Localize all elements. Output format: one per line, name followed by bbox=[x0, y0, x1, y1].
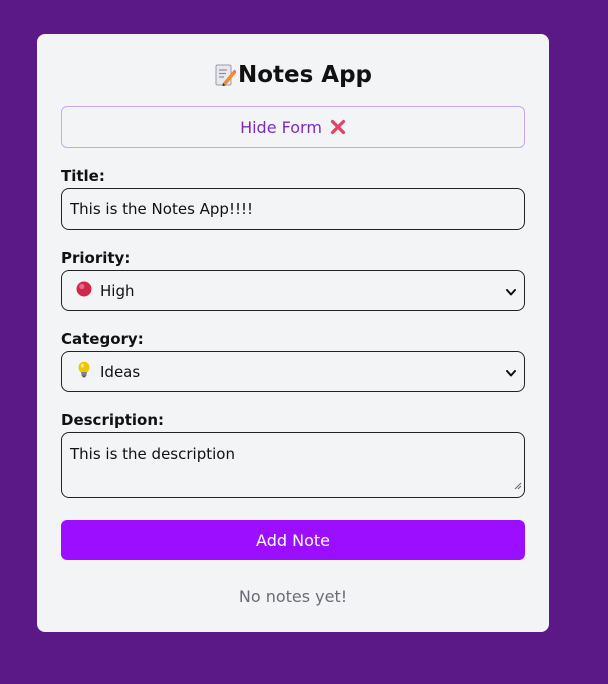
chevron-down-icon bbox=[506, 363, 516, 381]
add-note-button[interactable]: Add Note bbox=[61, 520, 525, 560]
category-selected-value: Ideas bbox=[100, 362, 141, 381]
title-label: Title: bbox=[61, 167, 105, 185]
close-x-icon bbox=[330, 119, 346, 135]
empty-notes-message: No notes yet! bbox=[238, 587, 348, 606]
notes-card: Notes App Hide Form Title: This is the N… bbox=[37, 34, 549, 632]
memo-icon bbox=[214, 63, 237, 87]
title-input[interactable]: This is the Notes App!!!! bbox=[61, 188, 525, 230]
red-circle-icon bbox=[76, 281, 92, 301]
priority-select[interactable]: High bbox=[61, 270, 525, 311]
priority-selected-value: High bbox=[100, 281, 135, 300]
hide-form-button[interactable]: Hide Form bbox=[61, 106, 525, 148]
chevron-down-icon bbox=[506, 282, 516, 300]
description-textarea[interactable]: This is the description bbox=[61, 432, 525, 498]
page-title: Notes App bbox=[237, 62, 373, 88]
description-label: Description: bbox=[61, 411, 165, 429]
description-value: This is the description bbox=[70, 445, 235, 463]
title-input-value: This is the Notes App!!!! bbox=[70, 200, 254, 218]
app-header: Notes App bbox=[37, 62, 549, 88]
resize-handle-icon[interactable] bbox=[514, 475, 522, 495]
category-label: Category: bbox=[61, 330, 144, 348]
hide-form-label: Hide Form bbox=[240, 117, 322, 137]
lightbulb-icon bbox=[76, 361, 92, 382]
category-select[interactable]: Ideas bbox=[61, 351, 525, 392]
priority-label: Priority: bbox=[61, 249, 131, 267]
